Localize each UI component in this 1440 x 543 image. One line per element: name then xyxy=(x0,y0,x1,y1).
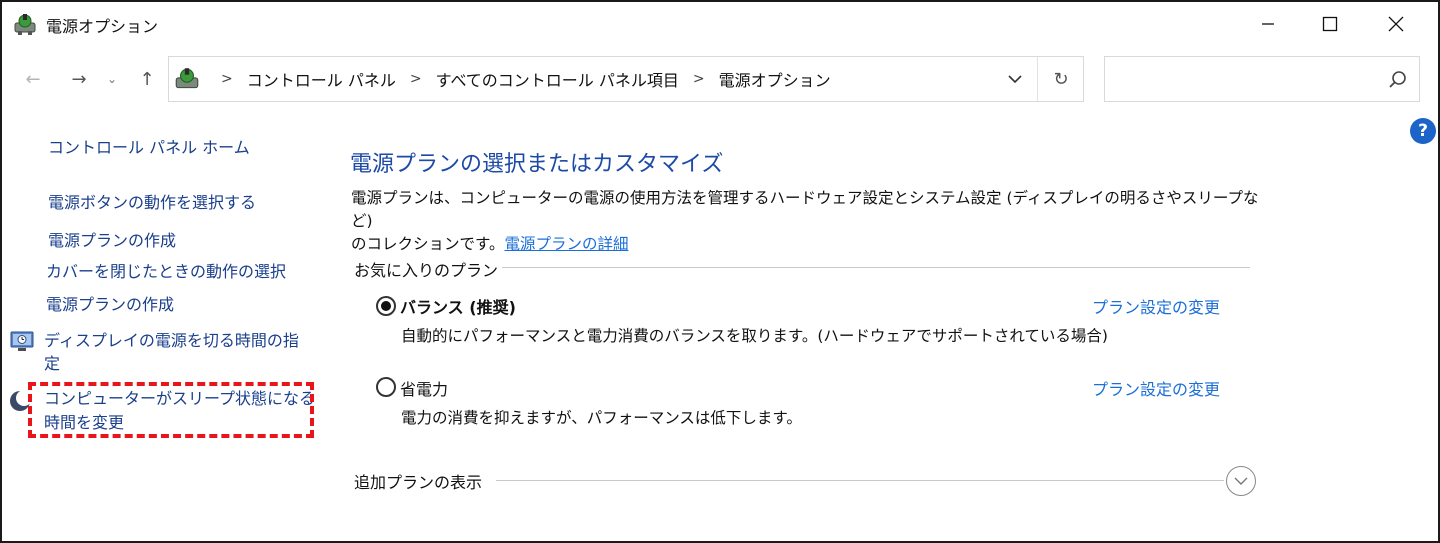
highlight-annotation xyxy=(28,382,314,438)
breadcrumb-separator: > xyxy=(409,71,422,87)
chevron-down-icon xyxy=(1008,75,1022,84)
plan-name-power-saver[interactable]: 省電力 xyxy=(400,376,448,400)
maximize-button[interactable] xyxy=(1298,2,1362,46)
arrow-left-icon: ← xyxy=(25,68,41,90)
breadcrumb-control-panel[interactable]: コントロール パネル xyxy=(247,67,396,91)
help-icon[interactable]: ? xyxy=(1410,118,1436,144)
change-plan-settings-power-saver-link[interactable]: プラン設定の変更 xyxy=(1092,376,1220,400)
search-input[interactable] xyxy=(1111,65,1371,93)
plan-desc-balanced: 自動的にパフォーマンスと電力消費のバランスを取ります。(ハードウェアでサポートさ… xyxy=(401,327,1108,345)
chevron-down-icon xyxy=(1234,477,1248,485)
more-plans-heading[interactable]: 追加プランの表示 xyxy=(354,469,482,493)
breadcrumb-power-options[interactable]: 電源オプション xyxy=(719,67,831,91)
sidebar-item-create-plan[interactable]: 電源プランの作成 xyxy=(48,229,176,252)
breadcrumb: > コントロール パネル > すべてのコントロール パネル項目 > 電源オプショ… xyxy=(207,57,831,101)
address-bar[interactable]: > コントロール パネル > すべてのコントロール パネル項目 > 電源オプショ… xyxy=(168,56,1084,102)
plan-desc-power-saver: 電力の消費を抑えますが、パフォーマンスは低下します。 xyxy=(401,409,802,427)
sidebar-item-display-off-time[interactable]: ディスプレイの電源を切る時間の指 xyxy=(44,329,299,352)
breadcrumb-separator: > xyxy=(221,71,233,87)
address-dropdown-button[interactable] xyxy=(995,57,1035,101)
power-plan-details-link[interactable]: 電源プランの詳細 xyxy=(504,235,628,253)
navigation-bar: ← → ⌄ ↑ > コントロール パネル > すべてのコントロール パネル項目 … xyxy=(2,56,1438,102)
sidebar-item-create-plan-2[interactable]: 電源プランの作成 xyxy=(46,293,174,316)
back-button[interactable]: ← xyxy=(18,64,48,94)
section-divider xyxy=(496,480,1224,481)
search-icon[interactable] xyxy=(1387,69,1409,91)
favorites-heading: お気に入りのプラン xyxy=(354,261,499,280)
sidebar-item-power-button[interactable]: 電源ボタンの動作を選択する xyxy=(48,191,256,214)
window-frame: 電源オプション ← → ⌄ ↑ > コントロール パネル > すべてのコントロー… xyxy=(0,0,1440,543)
plan-name-balanced[interactable]: バランス (推奨) xyxy=(400,294,516,318)
search-box[interactable] xyxy=(1104,56,1420,102)
refresh-button[interactable]: ↻ xyxy=(1039,57,1083,101)
close-icon xyxy=(1388,16,1404,32)
arrow-right-icon: → xyxy=(71,68,87,90)
title-bar: 電源オプション xyxy=(2,2,1438,46)
plan-radio-balanced[interactable] xyxy=(376,296,396,316)
forward-button[interactable]: → xyxy=(64,64,94,94)
address-divider xyxy=(1037,57,1038,101)
breadcrumb-all-items[interactable]: すべてのコントロール パネル項目 xyxy=(436,67,679,91)
sidebar-item-display-off-time-cont[interactable]: 定 xyxy=(44,352,60,375)
refresh-icon: ↻ xyxy=(1053,68,1069,90)
chevron-down-icon: ⌄ xyxy=(106,72,118,86)
control-panel-icon xyxy=(173,65,201,93)
sidebar-item-lid-close[interactable]: カバーを閉じたときの動作の選択 xyxy=(46,260,286,283)
recent-locations-button[interactable]: ⌄ xyxy=(102,64,122,94)
arrow-up-icon: ↑ xyxy=(139,68,155,90)
sidebar-item-control-panel-home[interactable]: コントロール パネル ホーム xyxy=(48,136,250,159)
section-divider xyxy=(502,267,1250,268)
window-title: 電源オプション xyxy=(46,17,159,36)
up-button[interactable]: ↑ xyxy=(132,64,162,94)
expand-more-plans-button[interactable] xyxy=(1226,466,1256,496)
maximize-icon xyxy=(1322,16,1338,32)
display-clock-icon xyxy=(10,328,36,354)
power-options-icon xyxy=(12,11,38,37)
minimize-icon xyxy=(1262,23,1274,25)
plan-radio-power-saver[interactable] xyxy=(376,377,396,397)
close-button[interactable] xyxy=(1364,2,1428,46)
minimize-button[interactable] xyxy=(1236,2,1300,46)
description-line-2: のコレクションです。 xyxy=(351,235,505,253)
page-title: 電源プランの選択またはカスタマイズ xyxy=(350,152,724,177)
page-description: 電源プランは、コンピューターの電源の使用方法を管理するハードウェア設定とシステム… xyxy=(351,187,1271,256)
description-line-1: 電源プランは、コンピューターの電源の使用方法を管理するハードウェア設定とシステム… xyxy=(351,189,1259,230)
change-plan-settings-balanced-link[interactable]: プラン設定の変更 xyxy=(1092,294,1220,318)
breadcrumb-separator: > xyxy=(692,71,705,87)
